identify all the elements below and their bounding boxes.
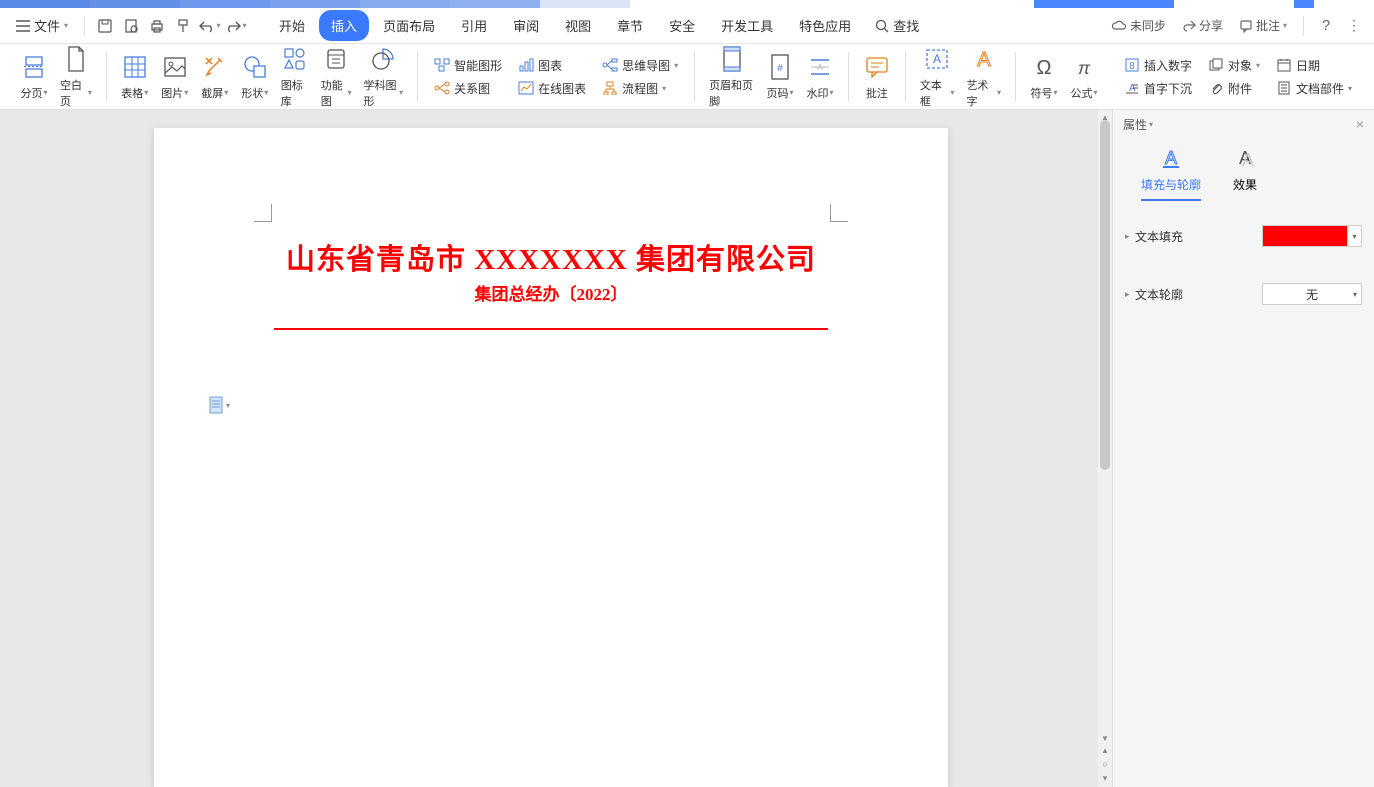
ribbon: 分页▾ 空白页▾ 表格▾ 图片▾ 截屏▾ 形状▾ 图标库 功 [0, 44, 1374, 110]
annotate-button[interactable]: 批注 ▾ [1233, 13, 1293, 38]
icon-lib-button[interactable]: 图标库 [275, 41, 315, 113]
share-icon [1182, 19, 1196, 33]
header-footer-button[interactable]: 页眉和页脚 [703, 41, 760, 113]
tab-security[interactable]: 安全 [657, 10, 707, 41]
text-fill-color-picker[interactable]: ▾ [1262, 225, 1362, 247]
picture-button[interactable]: 图片▾ [155, 49, 195, 105]
object-button[interactable]: 对象▾ [1204, 55, 1264, 76]
dropdown-icon: ▾ [1347, 226, 1361, 246]
document-icon [208, 396, 224, 414]
document-page[interactable]: 山东省青岛市 XXXXXXX 集团有限公司 集团总经办〔2022〕 [154, 128, 948, 787]
svg-text:#: # [777, 63, 783, 74]
share-button[interactable]: 分享 [1176, 13, 1229, 38]
tab-developer[interactable]: 开发工具 [709, 10, 785, 41]
functions-button[interactable]: 功能图▾ [315, 41, 358, 113]
text-fill-label: 文本填充 [1135, 228, 1262, 245]
tab-insert[interactable]: 插入 [319, 10, 369, 41]
svg-text:A: A [977, 49, 991, 71]
tab-start[interactable]: 开始 [267, 10, 317, 41]
mindmap-button[interactable]: 思维导图▾ [598, 55, 682, 76]
attachment-button[interactable]: 附件 [1204, 78, 1264, 99]
flowchart-button[interactable]: 流程图▾ [598, 78, 682, 99]
equation-button[interactable]: π 公式▾ [1064, 49, 1104, 105]
expand-icon[interactable]: ▸ [1125, 289, 1135, 300]
svg-text:π: π [1078, 58, 1091, 78]
redo-icon[interactable]: ▾ [223, 14, 247, 38]
expand-icon[interactable]: ▸ [1125, 231, 1135, 242]
document-canvas[interactable]: 山东省青岛市 XXXXXXX 集团有限公司 集团总经办〔2022〕 ▾ [0, 110, 1112, 787]
reading-mode-badge[interactable]: ▾ [208, 396, 230, 414]
document-title[interactable]: 山东省青岛市 XXXXXXX 集团有限公司 [154, 236, 948, 278]
insert-number-button[interactable]: 8 插入数字 [1120, 55, 1196, 76]
object-browse-icon[interactable]: ○ [1100, 759, 1110, 769]
tab-page-layout[interactable]: 页面布局 [371, 10, 447, 41]
doc-parts-button[interactable]: 文档部件▾ [1272, 78, 1356, 99]
menubar: 文件 ▾ ▾ ▾ 开始 插入 页面布局 引用 审阅 视图 章节 安全 开发工具 … [0, 8, 1374, 44]
blank-page-button[interactable]: 空白页▾ [54, 41, 98, 113]
margin-corner-tr [830, 204, 848, 222]
relation-button[interactable]: 关系图 [430, 78, 506, 99]
svg-text:8: 8 [1129, 61, 1135, 72]
print-icon[interactable] [145, 14, 169, 38]
date-button[interactable]: 日期 [1272, 55, 1356, 76]
svg-text:A: A [933, 52, 941, 66]
symbol-button[interactable]: Ω 符号▾ [1024, 49, 1064, 105]
document-divider-line[interactable] [274, 328, 828, 330]
props-tab-fill[interactable]: A 填充与轮廓 [1141, 146, 1201, 201]
format-painter-icon[interactable] [171, 14, 195, 38]
chart-button[interactable]: 图表 [514, 55, 590, 76]
word-art-button[interactable]: A 艺术字▾ [960, 41, 1007, 113]
properties-panel: 属性 ▾ × A 填充与轮廓 AA 效果 ▸ 文本填充 ▾ ▸ 文本轮廓 无 ▾ [1112, 110, 1374, 787]
menu-tabs: 开始 插入 页面布局 引用 审阅 视图 章节 安全 开发工具 特色应用 [267, 10, 863, 41]
margin-corner-tl [254, 204, 272, 222]
comment-button[interactable]: 批注 [857, 49, 897, 105]
svg-text:A: A [1242, 150, 1254, 169]
unsync-button[interactable]: 未同步 [1105, 13, 1172, 38]
search-button[interactable]: 查找 [875, 16, 919, 35]
drop-cap-button[interactable]: A 首字下沉 [1120, 78, 1196, 99]
subject-graphics-button[interactable]: 学科图形▾ [358, 41, 410, 113]
svg-text:A: A [817, 62, 823, 72]
page-break-button[interactable]: 分页▾ [14, 49, 54, 105]
screenshot-button[interactable]: 截屏▾ [195, 49, 235, 105]
save-icon[interactable] [93, 14, 117, 38]
tab-view[interactable]: 视图 [553, 10, 603, 41]
search-icon [875, 19, 889, 33]
tab-section[interactable]: 章节 [605, 10, 655, 41]
watermark-button[interactable]: A 水印▾ [800, 49, 840, 105]
properties-title: 属性 [1123, 116, 1147, 133]
file-menu-label: 文件 [34, 16, 60, 35]
props-tab-effect[interactable]: AA 效果 [1233, 146, 1257, 201]
text-outline-label: 文本轮廓 [1135, 286, 1262, 303]
next-page-icon[interactable]: ▾ [1100, 773, 1110, 783]
svg-text:A: A [1165, 148, 1177, 168]
close-icon[interactable]: × [1356, 116, 1364, 132]
document-subtitle[interactable]: 集团总经办〔2022〕 [154, 280, 948, 305]
more-icon[interactable]: ⋮ [1342, 14, 1366, 38]
shape-button[interactable]: 形状▾ [235, 49, 275, 105]
dropdown-icon: ▾ [1353, 290, 1357, 299]
title-tab-strip [0, 0, 1374, 8]
svg-text:Ω: Ω [1036, 57, 1051, 79]
tab-references[interactable]: 引用 [449, 10, 499, 41]
print-preview-icon[interactable] [119, 14, 143, 38]
color-swatch-fill [1263, 226, 1347, 246]
search-label: 查找 [893, 16, 919, 35]
tab-featured[interactable]: 特色应用 [787, 10, 863, 41]
page-number-button[interactable]: # 页码▾ [760, 49, 800, 105]
text-box-button[interactable]: A 文本框▾ [914, 41, 961, 113]
table-button[interactable]: 表格▾ [115, 49, 155, 105]
prev-page-icon[interactable]: ▴ [1100, 745, 1110, 755]
file-menu-button[interactable]: 文件 ▾ [8, 12, 76, 39]
smartart-button[interactable]: 智能图形 [430, 55, 506, 76]
vertical-scrollbar[interactable]: ▲ ▼ ▴ ○ ▾ [1098, 110, 1112, 787]
online-chart-button[interactable]: 在线图表 [514, 78, 590, 99]
cloud-icon [1111, 20, 1127, 32]
scrollbar-thumb[interactable] [1100, 120, 1110, 470]
help-icon[interactable]: ? [1314, 14, 1338, 38]
annotate-icon [1239, 19, 1253, 33]
tab-review[interactable]: 审阅 [501, 10, 551, 41]
text-outline-select[interactable]: 无 ▾ [1262, 283, 1362, 305]
undo-icon[interactable]: ▾ [197, 14, 221, 38]
